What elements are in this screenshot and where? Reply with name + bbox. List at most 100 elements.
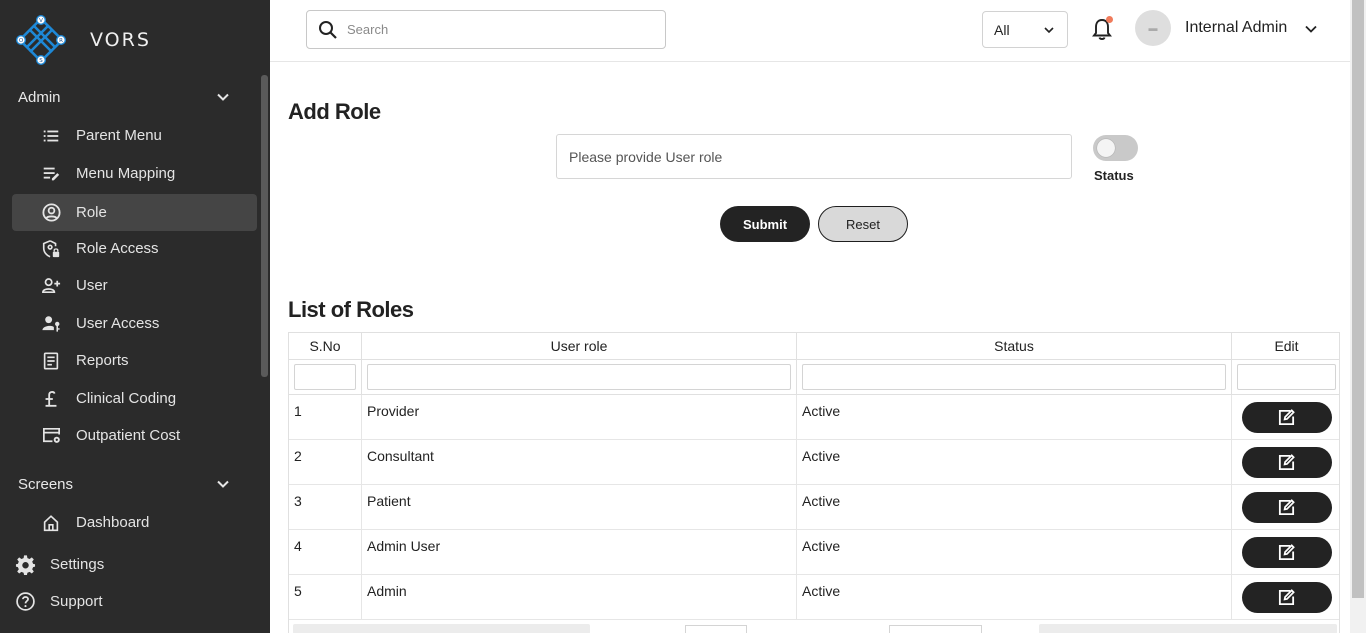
table-footer [289,620,1339,633]
sidebar-item-settings[interactable]: Settings [14,549,254,579]
search-box[interactable] [306,10,666,49]
cell-sno: 5 [294,583,302,599]
sidebar-item-user-access[interactable]: User Access [12,305,257,342]
cell-user-role: Admin [361,575,796,619]
pagination-next[interactable] [1039,624,1337,633]
edit-button[interactable] [1241,446,1332,478]
edit-button[interactable] [1241,491,1332,523]
cell-sno: 1 [294,403,302,419]
table-row: 1 Provider Active [289,395,1339,440]
page-size-select[interactable] [889,625,982,633]
table-row: 3 Patient Active [289,485,1339,530]
card-gear-icon [40,425,62,447]
pagination-previous[interactable] [293,624,590,633]
submit-button[interactable]: Submit [720,206,810,242]
filter-status-input[interactable] [802,364,1226,390]
page-scrollbar[interactable] [1350,0,1366,633]
person-key-icon [40,313,62,335]
reset-button[interactable]: Reset [818,206,908,242]
chevron-down-icon[interactable] [1304,22,1318,36]
sidebar-scrollbar[interactable] [261,75,268,377]
sidebar-item-label: Reports [76,352,129,369]
sidebar-item-user[interactable]: User [12,267,257,304]
notification-button[interactable] [1090,16,1114,42]
scope-select-value: All [994,21,1010,38]
column-header-user-role[interactable]: User role [361,333,796,359]
cell-user-role: Admin User [361,530,796,574]
sidebar-item-clinical-coding[interactable]: Clinical Coding [12,380,257,417]
svg-text:V: V [39,18,43,24]
svg-text:S: S [39,58,43,64]
edit-icon [1278,498,1295,515]
sidebar-item-support[interactable]: Support [14,586,254,616]
search-input[interactable] [347,22,647,37]
section-admin[interactable]: Admin [18,85,230,109]
sidebar-item-label: Role Access [76,240,159,257]
edit-icon [1278,408,1295,425]
roles-table: S.No User role Status Edit 1 Provider Ac… [288,332,1340,633]
column-header-status[interactable]: Status [796,333,1231,359]
shield-lock-icon [40,238,62,260]
column-header-edit[interactable]: Edit [1231,333,1339,359]
filter-sno-input[interactable] [294,364,356,390]
home-icon [40,512,62,534]
chevron-down-icon [1044,26,1054,33]
user-name[interactable]: Internal Admin [1185,19,1287,37]
edit-icon [1278,453,1295,470]
add-role-title: Add Role [288,99,381,124]
cell-status: Active [796,530,1231,574]
sidebar-item-label: Parent Menu [76,127,162,144]
scope-select[interactable]: All [982,11,1068,48]
status-toggle[interactable] [1093,135,1138,161]
sidebar-item-label: Role [76,204,107,221]
section-screens[interactable]: Screens [18,472,230,496]
edit-button[interactable] [1241,401,1332,433]
sidebar-item-label: Clinical Coding [76,390,177,407]
svg-text:O: O [19,38,24,44]
brand[interactable]: V O R S VORS [16,15,151,65]
cell-user-role: Patient [361,485,796,529]
account-circle-icon [40,202,62,224]
person-add-icon [40,275,62,297]
vors-logo-icon: V O R S [16,15,66,65]
sidebar-item-parent-menu[interactable]: Parent Menu [12,117,257,154]
sidebar-item-outpatient-cost[interactable]: Outpatient Cost [12,417,257,454]
sidebar-item-label: User [76,277,108,294]
filter-edit-input[interactable] [1237,364,1336,390]
sidebar-item-dashboard[interactable]: Dashboard [12,504,257,541]
table-row: 4 Admin User Active [289,530,1339,575]
table-row: 5 Admin Active [289,575,1339,620]
list-edit-icon [40,163,62,185]
table-header: S.No User role Status Edit [289,333,1339,360]
search-icon [319,20,337,39]
list-icon [40,125,62,147]
brand-name: VORS [90,29,151,51]
svg-text:R: R [59,38,63,44]
sidebar-item-menu-mapping[interactable]: Menu Mapping [12,155,257,192]
sidebar-item-label: Support [50,592,103,610]
cell-sno: 3 [294,493,302,509]
filter-user-role-input[interactable] [367,364,791,390]
sidebar-item-role[interactable]: Role [12,194,257,231]
user-role-input[interactable] [556,134,1072,179]
edit-button[interactable] [1241,536,1332,568]
status-toggle-label: Status [1094,168,1134,183]
sidebar-item-reports[interactable]: Reports [12,342,257,379]
gear-icon [14,553,36,575]
sidebar: V O R S VORS Admin Parent Menu Menu Mapp… [0,0,270,633]
cell-status: Active [796,575,1231,619]
sidebar-item-label: Settings [50,555,105,573]
edit-icon [1278,588,1295,605]
page-number-input[interactable] [685,625,747,633]
column-header-sno[interactable]: S.No [289,333,361,359]
sidebar-item-role-access[interactable]: Role Access [12,230,257,267]
sidebar-item-label: Menu Mapping [76,165,176,182]
edit-button[interactable] [1241,581,1332,613]
top-bar: All ▬ Internal Admin [270,0,1350,62]
avatar[interactable]: ▬ [1135,10,1171,46]
sidebar-item-label: Dashboard [76,514,150,531]
table-row: 2 Consultant Active [289,440,1339,485]
pound-icon [40,388,62,410]
filter-row [289,360,1339,395]
page-scrollbar-thumb[interactable] [1352,0,1364,598]
